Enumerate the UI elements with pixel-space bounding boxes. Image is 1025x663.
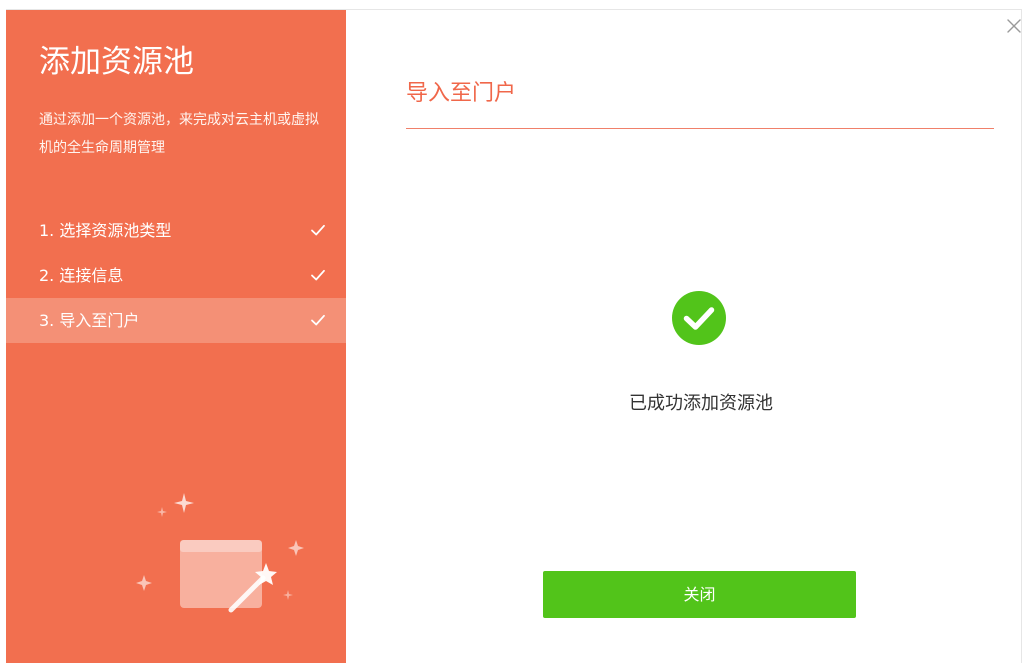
magic-wand-window-icon: [136, 493, 304, 613]
check-circle-icon: [672, 291, 726, 345]
check-icon: [311, 314, 325, 326]
success-message: 已成功添加资源池: [629, 393, 773, 414]
step-select-pool-type[interactable]: 1. 选择资源池类型: [6, 208, 346, 253]
wizard-sidebar: 添加资源池 通过添加一个资源池，来完成对云主机或虚拟机的全生命周期管理 1. 选…: [6, 10, 346, 663]
sidebar-description: 通过添加一个资源池，来完成对云主机或虚拟机的全生命周期管理: [39, 112, 319, 156]
step-label: 2. 连接信息: [39, 266, 124, 285]
check-icon: [311, 224, 325, 236]
step-label: 1. 选择资源池类型: [39, 221, 172, 240]
close-button[interactable]: 关闭: [543, 571, 856, 618]
step-label: 3. 导入至门户: [39, 311, 140, 330]
wizard-steps: 1. 选择资源池类型 2. 连接信息 3. 导入至门户: [6, 208, 346, 343]
step-import-to-portal[interactable]: 3. 导入至门户: [6, 298, 346, 343]
page-title: 导入至门户: [406, 81, 517, 106]
close-icon[interactable]: [1003, 15, 1025, 37]
title-divider: [406, 128, 994, 129]
sidebar-title: 添加资源池: [39, 44, 194, 80]
step-connection-info[interactable]: 2. 连接信息: [6, 253, 346, 298]
add-resource-pool-dialog: 添加资源池 通过添加一个资源池，来完成对云主机或虚拟机的全生命周期管理 1. 选…: [6, 9, 1022, 663]
check-icon: [311, 269, 325, 281]
